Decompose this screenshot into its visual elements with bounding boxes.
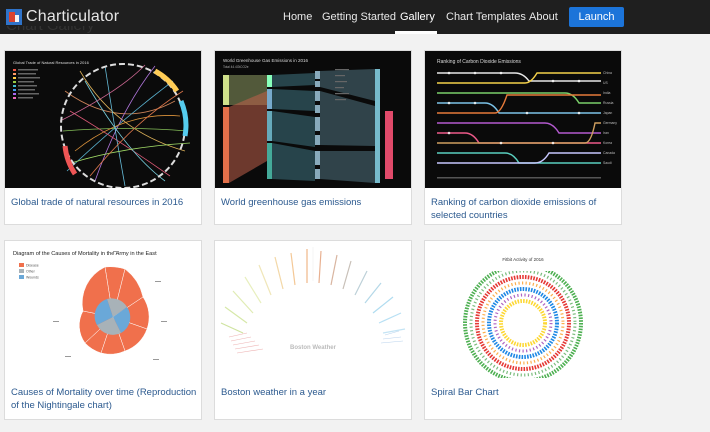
charticulator-logo-icon — [6, 9, 22, 25]
legend-label: Disease — [26, 264, 39, 268]
nav-gallery[interactable]: Gallery — [400, 11, 435, 23]
card-caption[interactable]: World greenhouse gas emissions — [221, 196, 407, 209]
nav-home[interactable]: Home — [283, 11, 312, 23]
card-caption[interactable]: Global trade of natural resources in 201… — [11, 196, 197, 209]
series-label: Germany — [603, 121, 617, 125]
gallery-card[interactable]: Boston Weather Boston weather in a year — [214, 240, 412, 420]
series-label: India — [603, 91, 610, 95]
card-thumbnail[interactable]: Diagram of the Causes of Mortality in th… — [5, 241, 201, 378]
card-thumbnail[interactable]: Boston Weather — [215, 241, 411, 378]
legend-label: Wounds — [26, 276, 39, 280]
series-label: Iran — [603, 131, 609, 135]
series-label: China — [603, 71, 612, 75]
series-label: Saudi — [603, 161, 612, 165]
card-caption[interactable]: Spiral Bar Chart — [431, 386, 617, 399]
thumb-title: World Greenhouse Gas Emissions in 2016 — [223, 58, 308, 63]
brand[interactable]: Charticulator — [6, 8, 119, 26]
thumb-title: Ranking of Carbon Dioxide Emissions — [437, 59, 521, 65]
gallery-card[interactable]: Global Trade of Natural Resources in 201… — [4, 50, 202, 225]
gallery-card[interactable]: World Greenhouse Gas Emissions in 2016 T… — [214, 50, 412, 225]
launch-button[interactable]: Launch — [569, 7, 624, 27]
series-label: Japan — [603, 111, 612, 115]
series-label: Russia — [603, 101, 613, 105]
thumb-subtitle: Total 44.4GtCO2e — [223, 65, 249, 69]
nav-about[interactable]: About — [529, 11, 558, 23]
thumb-title: Boston Weather — [290, 345, 337, 351]
gallery-card[interactable]: Fitbit Activity of 2016 Fitbit Activity … — [424, 240, 622, 420]
gallery-card[interactable]: Diagram of the Causes of Mortality in th… — [4, 240, 202, 420]
thumb-title-overlay: Fitbit Activity of 2016 — [502, 257, 544, 262]
thumb-title: Diagram of the Causes of Mortality in th… — [13, 251, 157, 257]
card-thumbnail[interactable]: Ranking of Carbon Dioxide Emissions Chin — [425, 51, 621, 188]
nav-active-indicator — [395, 31, 437, 34]
series-label: Canada — [603, 151, 615, 155]
card-caption[interactable]: Ranking of carbon dioxide emissions of s… — [431, 196, 617, 222]
card-thumbnail[interactable]: Fitbit Activity of 2016 Fitbit Activity … — [425, 241, 621, 378]
brand-name: Charticulator — [26, 8, 120, 25]
card-thumbnail[interactable]: Global Trade of Natural Resources in 201… — [5, 51, 201, 188]
gallery-card[interactable]: Ranking of Carbon Dioxide Emissions Chin — [424, 50, 622, 225]
card-caption[interactable]: Causes of Mortality over time (Reproduct… — [11, 386, 197, 412]
card-thumbnail[interactable]: World Greenhouse Gas Emissions in 2016 T… — [215, 51, 411, 188]
series-label: Korea — [603, 141, 612, 145]
card-caption[interactable]: Boston weather in a year — [221, 386, 407, 399]
nav-chart-templates[interactable]: Chart Templates — [446, 11, 526, 23]
series-label: US — [603, 81, 608, 85]
thumb-title: Global Trade of Natural Resources in 201… — [13, 60, 90, 65]
legend-label: Other — [26, 270, 36, 274]
top-nav: Charticulator Home Getting Started Galle… — [0, 0, 710, 34]
page-heading: Chart Gallery — [6, 26, 94, 36]
nav-getting-started[interactable]: Getting Started — [322, 11, 396, 23]
